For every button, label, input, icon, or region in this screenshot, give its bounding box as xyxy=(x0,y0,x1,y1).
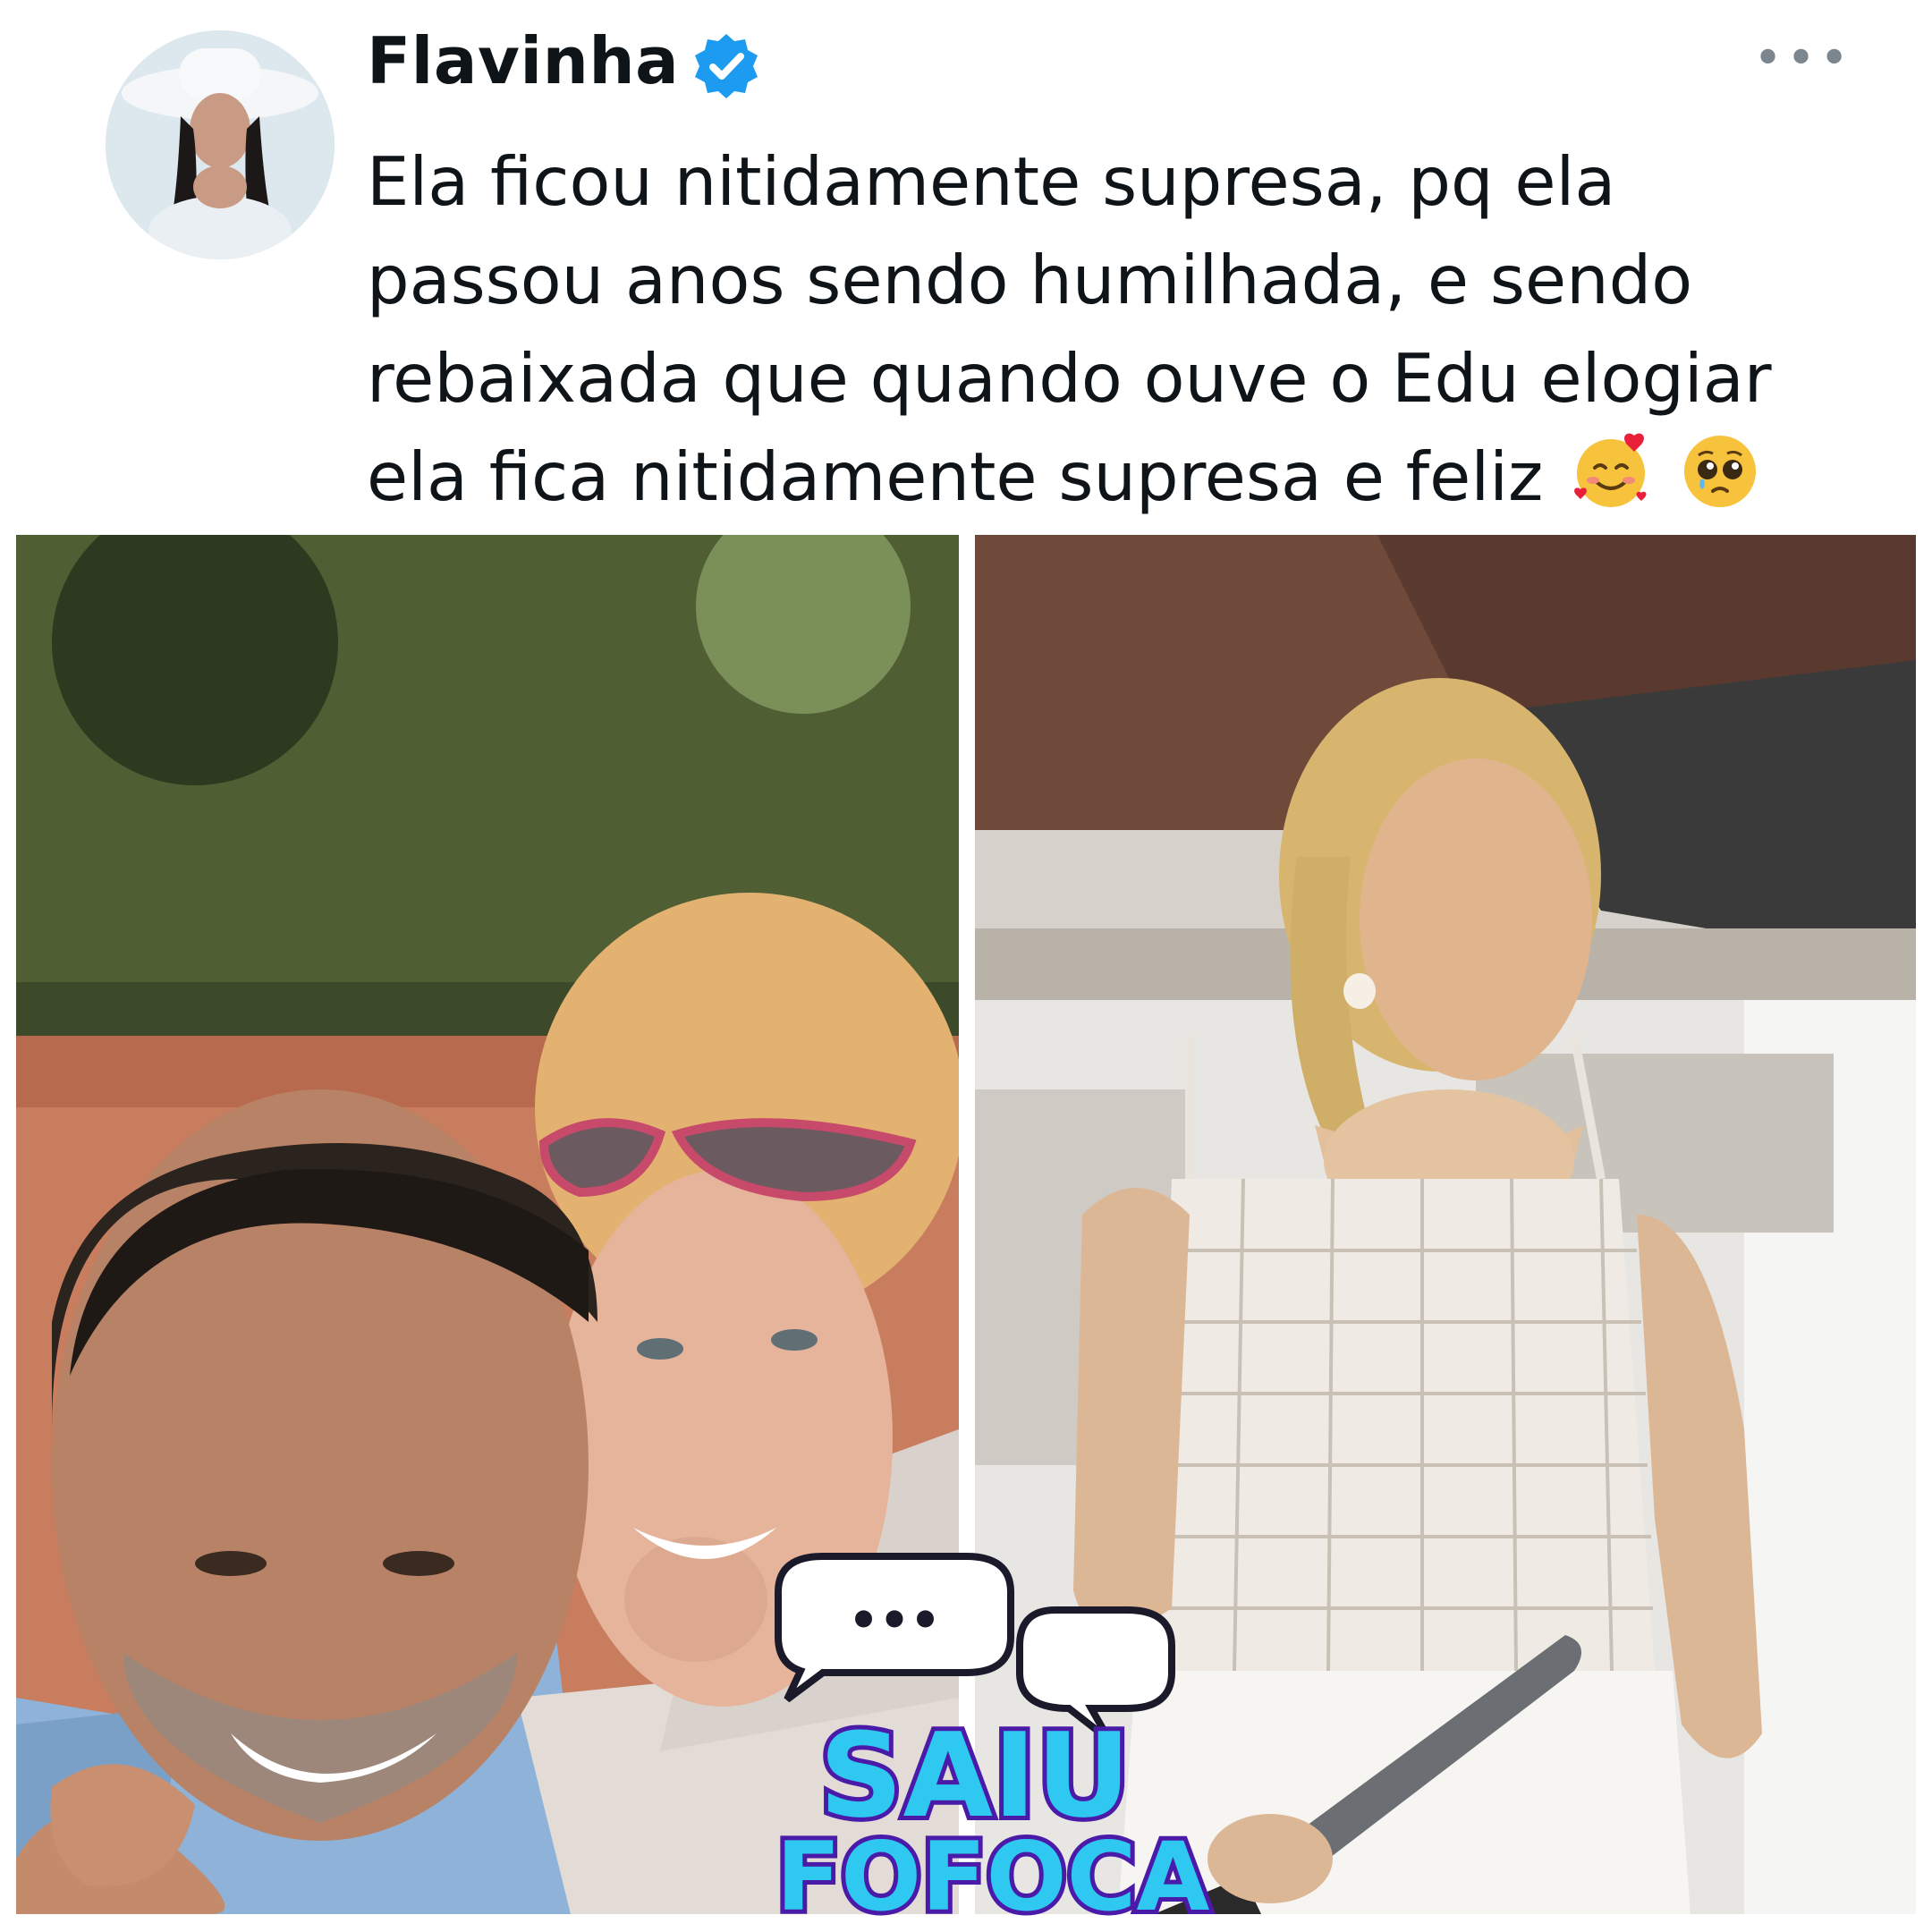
verified-badge-icon xyxy=(695,34,758,98)
author-name[interactable]: Flavinha xyxy=(367,23,679,98)
speech-bubble-dots: ••• xyxy=(848,1592,941,1648)
logo-word-fofoca: FOFOCA xyxy=(776,1822,1210,1923)
smiling-face-with-hearts-emoji xyxy=(1574,433,1647,507)
tweet-text-line: Ela ficou nitidamente supresa, pq ela xyxy=(367,142,1616,221)
author-avatar[interactable] xyxy=(106,30,335,259)
tweet-text-line: ela fica nitidamente supresa e feliz xyxy=(367,437,1544,516)
tweet-text-line: passou anos sendo humilhada, e sendo xyxy=(367,241,1693,319)
avatar-photo xyxy=(106,30,335,259)
tweet-text-line: rebaixada que quando ouve o Edu elogiar xyxy=(367,339,1772,418)
pleading-face-emoji xyxy=(1684,436,1757,507)
saiu-fofoca-logo: ••• SAIU FOFOCA xyxy=(772,1553,1214,1923)
tweet-text: Ela ficou nitidamente supresa, pq ela pa… xyxy=(367,132,1834,526)
more-horizontal-icon[interactable]: ••• xyxy=(1753,34,1852,84)
tweet-text-line-with-emojis: ela fica nitidamente supresa e feliz xyxy=(367,428,1834,526)
